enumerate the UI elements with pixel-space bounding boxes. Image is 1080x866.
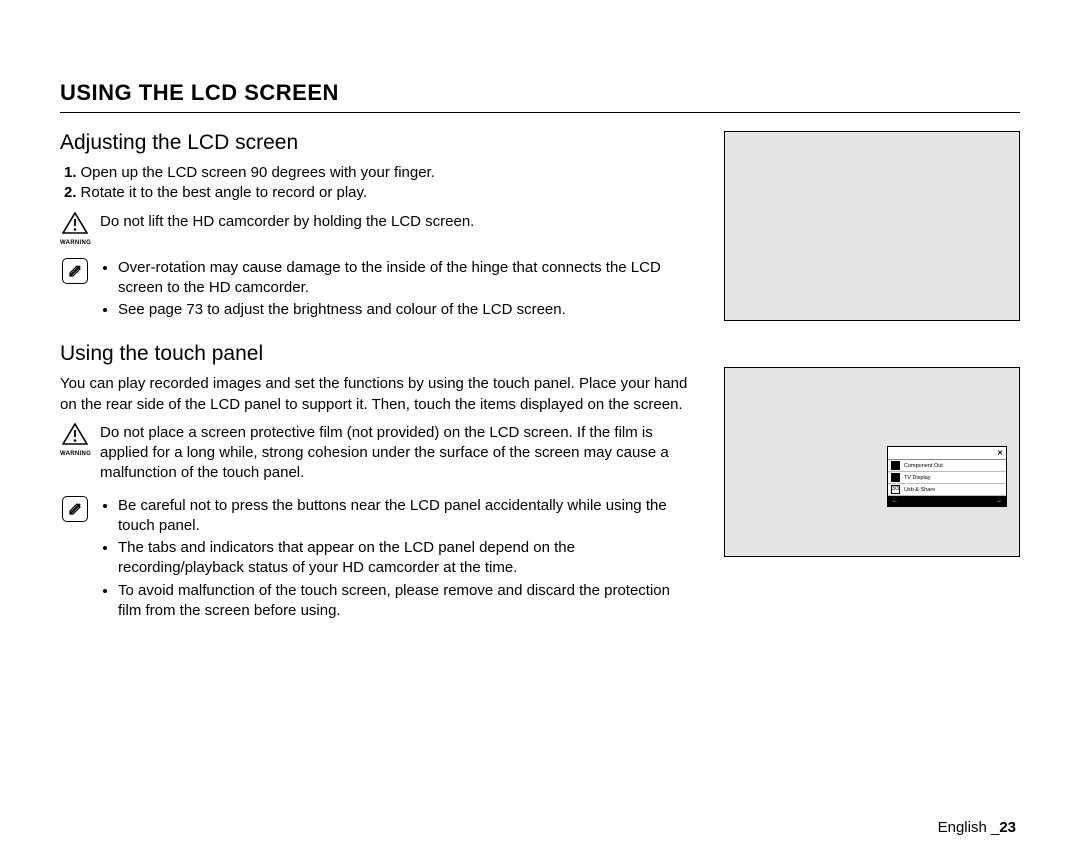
menu-item-label: Component Out bbox=[904, 463, 943, 469]
warning-label-1: WARNING bbox=[60, 240, 90, 246]
touch-intro: You can play recorded images and set the… bbox=[60, 374, 696, 415]
step-1-text: Open up the LCD screen 90 degrees with y… bbox=[81, 164, 435, 181]
note-block-2: Be careful not to press the buttons near… bbox=[60, 496, 696, 624]
note-icon bbox=[62, 258, 88, 284]
warning-block-2: WARNING Do not place a screen protective… bbox=[60, 423, 696, 484]
menu-item-icon bbox=[891, 473, 900, 482]
warning-label-2: WARNING bbox=[60, 451, 90, 457]
note-1-item: Over-rotation may cause damage to the in… bbox=[118, 258, 696, 299]
section-title: USING THE LCD SCREEN bbox=[60, 80, 1020, 113]
note-2-item: The tabs and indicators that appear on t… bbox=[118, 538, 696, 579]
warning-icon bbox=[62, 423, 88, 445]
figure-lcd-screen bbox=[724, 131, 1020, 321]
page-footer: English _23 bbox=[938, 819, 1016, 836]
steps-list: 1.Open up the LCD screen 90 degrees with… bbox=[60, 163, 696, 204]
note-2-item: To avoid malfunction of the touch screen… bbox=[118, 581, 696, 622]
note-list-2: Be careful not to press the buttons near… bbox=[100, 496, 696, 624]
step-num-1: 1. bbox=[64, 164, 77, 181]
menu-overlay: ✕ Component Out TV Display 3/3 Usb & Shar… bbox=[887, 446, 1007, 507]
note-1-item: See page 73 to adjust the brightness and… bbox=[118, 300, 696, 320]
menu-footer-right: → bbox=[996, 498, 1002, 504]
note-block-1: Over-rotation may cause damage to the in… bbox=[60, 258, 696, 323]
warning-text-2: Do not place a screen protective film (n… bbox=[100, 423, 696, 484]
step-2-text: Rotate it to the best angle to record or… bbox=[81, 184, 368, 201]
footer-page: 23 bbox=[999, 819, 1016, 836]
warning-icon bbox=[62, 212, 88, 234]
subheading-touch: Using the touch panel bbox=[60, 342, 696, 366]
warning-block-1: WARNING Do not lift the HD camcorder by … bbox=[60, 212, 696, 246]
menu-header-icon: ✕ bbox=[888, 447, 1006, 460]
step-num-2: 2. bbox=[64, 184, 77, 201]
subheading-adjusting: Adjusting the LCD screen bbox=[60, 131, 696, 155]
footer-lang: English _ bbox=[938, 819, 1000, 836]
menu-item-label: Usb & Share bbox=[904, 487, 935, 493]
note-2-item: Be careful not to press the buttons near… bbox=[118, 496, 696, 537]
warning-text-1: Do not lift the HD camcorder by holding … bbox=[100, 212, 474, 232]
note-icon bbox=[62, 496, 88, 522]
menu-footer-left: ← bbox=[892, 498, 898, 504]
note-list-1: Over-rotation may cause damage to the in… bbox=[100, 258, 696, 323]
menu-item-icon bbox=[891, 461, 900, 470]
menu-page-indicator: 3/3 bbox=[891, 485, 900, 494]
menu-item-label: TV Display bbox=[904, 475, 931, 481]
figure-touch-panel: ✕ Component Out TV Display 3/3 Usb & Shar… bbox=[724, 367, 1020, 557]
